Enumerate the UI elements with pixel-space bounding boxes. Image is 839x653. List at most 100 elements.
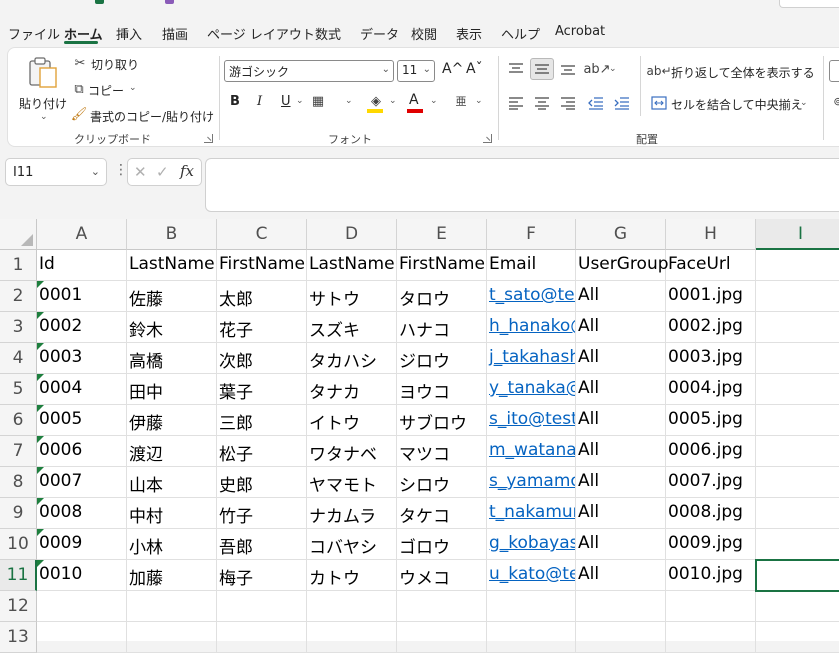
cell-i6[interactable] xyxy=(756,405,839,436)
cell-c6[interactable]: 三郎 xyxy=(217,405,307,436)
row-header-6[interactable]: 6 xyxy=(0,405,37,436)
cell-d3[interactable]: スズキ xyxy=(307,312,397,343)
cell-f6[interactable]: s_ito@test xyxy=(487,405,576,436)
cell-f10[interactable]: g_kobayashi@test xyxy=(487,529,576,560)
row-header-8[interactable]: 8 xyxy=(0,467,37,498)
cell-i7[interactable] xyxy=(756,436,839,467)
tab-acrobat[interactable]: Acrobat xyxy=(555,24,605,39)
font-launcher-icon[interactable] xyxy=(483,134,492,143)
cell-i1[interactable] xyxy=(756,250,839,281)
cell-c5[interactable]: 葉子 xyxy=(217,374,307,405)
borders-icon[interactable]: ▦ xyxy=(309,92,327,110)
cell-g7[interactable]: All xyxy=(576,436,666,467)
cell-c9[interactable]: 竹子 xyxy=(217,498,307,529)
font-name-combo[interactable]: 游ゴシック ⌄ xyxy=(224,60,394,82)
cell-a3[interactable]: 0002 xyxy=(37,312,127,343)
cell-e9[interactable]: タケコ xyxy=(397,498,487,529)
cell-i12[interactable] xyxy=(756,591,839,622)
cell-c7[interactable]: 松子 xyxy=(217,436,307,467)
tab-page-layout[interactable]: ページ レイアウト xyxy=(207,24,315,43)
cell-d13[interactable] xyxy=(307,622,397,653)
cell-c10[interactable]: 吾郎 xyxy=(217,529,307,560)
cell-h3[interactable]: 0002.jpg xyxy=(666,312,756,343)
cell-a13[interactable] xyxy=(37,622,127,653)
cell-e12[interactable] xyxy=(397,591,487,622)
cell-f12[interactable] xyxy=(487,591,576,622)
fill-color-dropdown-icon[interactable]: ⌄ xyxy=(389,96,397,106)
column-header-d[interactable]: D xyxy=(307,219,397,250)
formula-bar[interactable] xyxy=(205,158,839,212)
cell-g13[interactable] xyxy=(576,622,666,653)
cell-a1[interactable]: Id xyxy=(37,250,127,281)
cell-b4[interactable]: 高橋 xyxy=(127,343,217,374)
cell-g11[interactable]: All xyxy=(576,560,666,591)
row-header-3[interactable]: 3 xyxy=(0,312,37,343)
cell-h9[interactable]: 0008.jpg xyxy=(666,498,756,529)
cell-e11[interactable]: ウメコ xyxy=(397,560,487,591)
search-box-edge[interactable] xyxy=(779,0,839,8)
cell-e7[interactable]: マツコ xyxy=(397,436,487,467)
cell-g12[interactable] xyxy=(576,591,666,622)
copy-button[interactable]: コピー xyxy=(88,82,124,99)
tab-draw[interactable]: 描画 xyxy=(162,24,188,43)
cell-d7[interactable]: ワタナベ xyxy=(307,436,397,467)
cell-h12[interactable] xyxy=(666,591,756,622)
currency-format-icon[interactable]: ⊚ xyxy=(831,93,839,109)
cell-a2[interactable]: 0001 xyxy=(37,281,127,312)
grow-font-button[interactable]: A^ xyxy=(442,61,463,77)
column-header-c[interactable]: C xyxy=(217,219,307,250)
cell-e4[interactable]: ジロウ xyxy=(397,343,487,374)
cell-e8[interactable]: シロウ xyxy=(397,467,487,498)
cell-g9[interactable]: All xyxy=(576,498,666,529)
cell-g1[interactable]: UserGroup xyxy=(576,250,669,281)
cell-i9[interactable] xyxy=(756,498,839,529)
cell-e3[interactable]: ハナコ xyxy=(397,312,487,343)
wrap-text-button[interactable]: 折り返して全体を表示する xyxy=(671,64,815,81)
align-left-icon[interactable] xyxy=(508,96,524,110)
cell-a8[interactable]: 0007 xyxy=(37,467,127,498)
cell-g4[interactable]: All xyxy=(576,343,666,374)
cell-e6[interactable]: サブロウ xyxy=(397,405,487,436)
cell-d6[interactable]: イトウ xyxy=(307,405,397,436)
cell-a7[interactable]: 0006 xyxy=(37,436,127,467)
cell-i5[interactable] xyxy=(756,374,839,405)
merge-dropdown-icon[interactable]: ⌄ xyxy=(800,98,808,108)
align-bottom-icon[interactable] xyxy=(560,62,576,76)
cell-d12[interactable] xyxy=(307,591,397,622)
align-center-icon[interactable] xyxy=(534,96,550,110)
cell-f1[interactable]: Email xyxy=(487,250,576,281)
row-header-4[interactable]: 4 xyxy=(0,343,37,374)
column-header-g[interactable]: G xyxy=(576,219,666,250)
row-header-1[interactable]: 1 xyxy=(0,250,37,281)
align-middle-button[interactable] xyxy=(530,58,554,80)
shrink-font-button[interactable]: Aˇ xyxy=(466,61,483,77)
cell-f3[interactable]: h_hanako@test xyxy=(487,312,576,343)
underline-dropdown-icon[interactable]: ⌄ xyxy=(296,96,304,106)
cell-b7[interactable]: 渡辺 xyxy=(127,436,217,467)
cell-c4[interactable]: 次郎 xyxy=(217,343,307,374)
paste-dropdown-icon[interactable]: ⌄ xyxy=(40,112,48,122)
cell-b6[interactable]: 伊藤 xyxy=(127,405,217,436)
row-header-13[interactable]: 13 xyxy=(0,622,37,653)
cell-g2[interactable]: All xyxy=(576,281,666,312)
font-size-combo[interactable]: 11 ⌄ xyxy=(397,60,435,82)
enter-check-icon[interactable]: ✓ xyxy=(156,163,169,181)
align-top-icon[interactable] xyxy=(508,62,524,76)
cell-h8[interactable]: 0007.jpg xyxy=(666,467,756,498)
cell-c13[interactable] xyxy=(217,622,307,653)
cell-i3[interactable] xyxy=(756,312,839,343)
cell-f13[interactable] xyxy=(487,622,576,653)
paste-button[interactable]: 貼り付け ⌄ xyxy=(16,54,68,122)
cell-b13[interactable] xyxy=(127,622,217,653)
cell-a9[interactable]: 0008 xyxy=(37,498,127,529)
cell-h13[interactable] xyxy=(666,622,756,653)
row-header-10[interactable]: 10 xyxy=(0,529,37,560)
cell-h10[interactable]: 0009.jpg xyxy=(666,529,756,560)
cell-g3[interactable]: All xyxy=(576,312,666,343)
cell-b8[interactable]: 山本 xyxy=(127,467,217,498)
tab-view[interactable]: 表示 xyxy=(456,24,482,43)
bold-button[interactable]: B xyxy=(230,94,240,109)
cell-e2[interactable]: タロウ xyxy=(397,281,487,312)
cell-b5[interactable]: 田中 xyxy=(127,374,217,405)
borders-dropdown-icon[interactable]: ⌄ xyxy=(345,96,353,106)
